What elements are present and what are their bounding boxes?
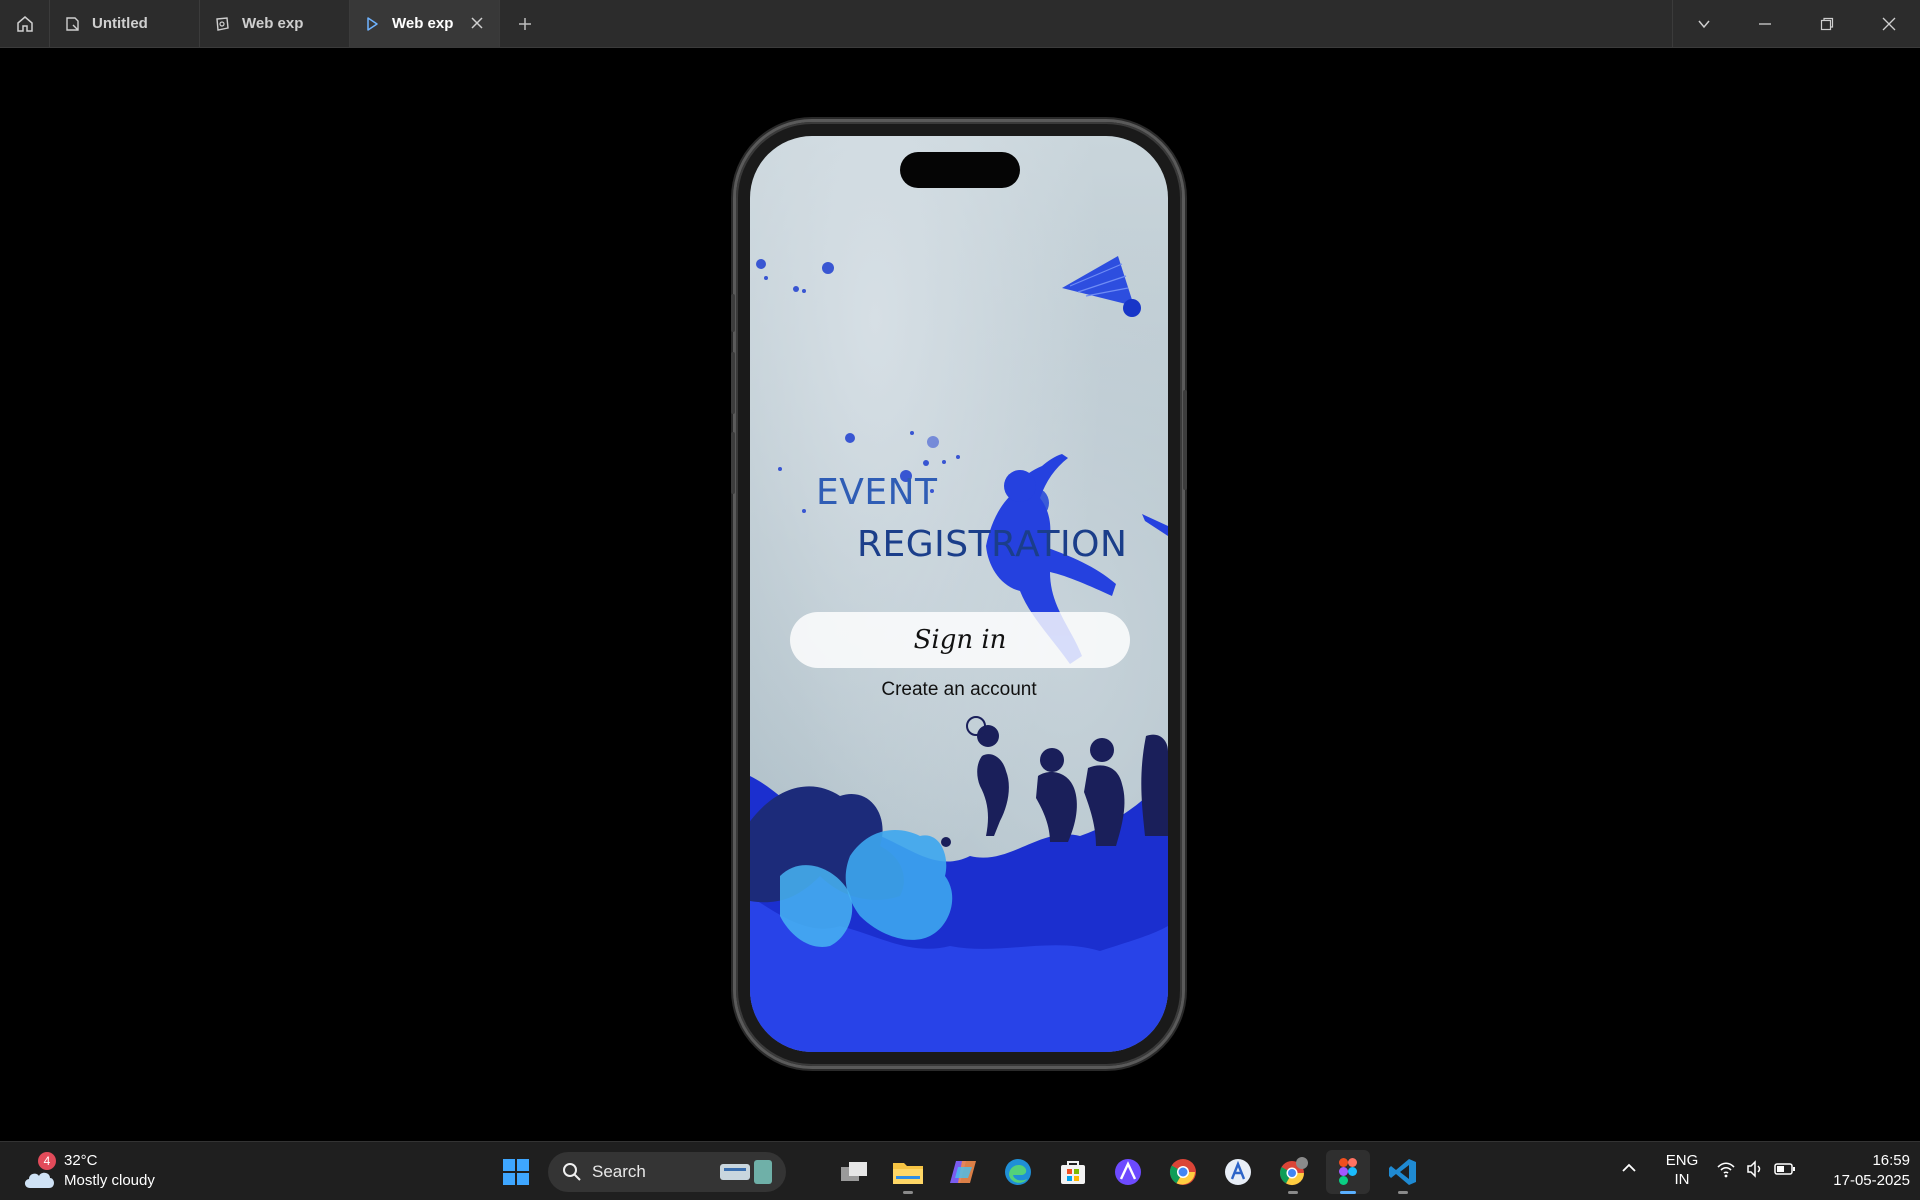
language-label: ENG bbox=[1665, 1152, 1699, 1169]
plus-icon bbox=[519, 17, 531, 30]
start-button[interactable] bbox=[494, 1150, 538, 1194]
folder-icon bbox=[893, 1163, 923, 1184]
search-highlight-icon bbox=[720, 1160, 772, 1184]
show-hidden-icons-button[interactable] bbox=[1620, 1160, 1638, 1180]
figma-icon bbox=[1339, 1158, 1357, 1185]
draft-icon bbox=[216, 16, 229, 31]
figma-button[interactable] bbox=[1326, 1150, 1370, 1194]
weather-description: Mostly cloudy bbox=[64, 1172, 155, 1189]
weather-temperature: 32°C bbox=[64, 1152, 98, 1169]
home-icon bbox=[16, 15, 33, 32]
proton-vpn-button[interactable] bbox=[1106, 1150, 1150, 1194]
close-icon bbox=[1882, 17, 1896, 30]
phone-action-button bbox=[731, 294, 735, 332]
new-tab-button[interactable] bbox=[500, 0, 550, 47]
clock[interactable]: 16:59 17-05-2025 bbox=[1810, 1151, 1910, 1191]
running-indicator bbox=[1340, 1191, 1356, 1194]
language-indicator[interactable]: ENG IN bbox=[1660, 1151, 1704, 1189]
sports-background-art bbox=[750, 256, 1168, 1052]
volume-icon bbox=[1747, 1160, 1761, 1178]
store-icon bbox=[1061, 1161, 1085, 1184]
tab-label: Web exp bbox=[242, 15, 304, 32]
task-view-icon bbox=[841, 1162, 867, 1181]
store-button[interactable] bbox=[1051, 1150, 1095, 1194]
weather-widget[interactable]: 4 32°C Mostly cloudy bbox=[22, 1148, 182, 1194]
file-explorer-button[interactable] bbox=[886, 1150, 930, 1194]
taskbar: 4 32°C Mostly cloudy Search ENG IN 16:59… bbox=[0, 1141, 1920, 1200]
clock-time: 16:59 bbox=[1872, 1152, 1910, 1169]
vscode-icon bbox=[1389, 1159, 1416, 1185]
taskbar-search[interactable]: Search bbox=[548, 1152, 786, 1192]
region-label: IN bbox=[1674, 1171, 1690, 1188]
running-indicator bbox=[1398, 1191, 1408, 1194]
minimize-icon bbox=[1759, 22, 1771, 25]
chrome-button[interactable] bbox=[1161, 1150, 1205, 1194]
prototype-canvas: EVENT REGISTRATION Sign in Create an acc… bbox=[0, 49, 1920, 1141]
proton-vpn-icon bbox=[1115, 1159, 1141, 1185]
a-letter-icon bbox=[1225, 1159, 1251, 1185]
tab-list-button[interactable] bbox=[1672, 0, 1734, 47]
edge-icon bbox=[1005, 1159, 1031, 1185]
chrome-icon bbox=[1279, 1157, 1308, 1186]
tab-untitled[interactable]: Untitled bbox=[50, 0, 200, 47]
chrome-profile-button[interactable] bbox=[1271, 1150, 1315, 1194]
tab-web-exp-prototype[interactable]: Web exp bbox=[350, 0, 500, 47]
shuttlecock-icon bbox=[1062, 256, 1141, 317]
dynamic-island bbox=[900, 152, 1020, 188]
create-account-link[interactable]: Create an account bbox=[750, 679, 1168, 701]
vscode-button[interactable] bbox=[1381, 1150, 1425, 1194]
play-icon bbox=[367, 16, 378, 31]
clock-date: 17-05-2025 bbox=[1833, 1172, 1910, 1189]
close-icon[interactable] bbox=[469, 15, 485, 31]
quick-settings-button[interactable] bbox=[1716, 1160, 1796, 1178]
phone-screen: EVENT REGISTRATION Sign in Create an acc… bbox=[750, 136, 1168, 1052]
app-a-button[interactable] bbox=[1216, 1150, 1260, 1194]
home-button[interactable] bbox=[0, 0, 50, 47]
athletes-silhouette bbox=[750, 716, 1168, 1052]
copilot-button[interactable] bbox=[941, 1150, 985, 1194]
edge-button[interactable] bbox=[996, 1150, 1040, 1194]
restore-icon bbox=[1820, 17, 1834, 30]
running-indicator bbox=[903, 1191, 913, 1194]
running-indicator bbox=[1288, 1191, 1298, 1194]
tab-label: Untitled bbox=[92, 15, 148, 32]
battery-icon bbox=[1774, 1163, 1795, 1175]
chevron-down-icon bbox=[1697, 20, 1710, 28]
notification-badge: 4 bbox=[38, 1152, 56, 1170]
close-window-button[interactable] bbox=[1858, 0, 1920, 47]
copilot-icon bbox=[950, 1161, 976, 1183]
phone-power-button bbox=[1183, 390, 1187, 490]
restore-button[interactable] bbox=[1796, 0, 1858, 47]
tab-label: Web exp bbox=[392, 15, 454, 32]
sign-in-button[interactable]: Sign in bbox=[790, 612, 1130, 668]
search-label: Search bbox=[592, 1162, 646, 1181]
tab-web-exp[interactable]: Web exp bbox=[200, 0, 350, 47]
title-bar: Untitled Web exp Web exp bbox=[0, 0, 1920, 48]
phone-volume-up bbox=[731, 352, 735, 414]
windows-icon bbox=[503, 1159, 529, 1185]
phone-volume-down bbox=[731, 432, 735, 494]
doc-icon bbox=[66, 16, 79, 31]
chevron-up-icon bbox=[1622, 1163, 1636, 1172]
app-title-line1: EVENT bbox=[816, 472, 938, 513]
phone-frame: EVENT REGISTRATION Sign in Create an acc… bbox=[731, 122, 1187, 1066]
minimize-button[interactable] bbox=[1734, 0, 1796, 47]
task-view-button[interactable] bbox=[832, 1150, 876, 1194]
chrome-icon bbox=[1169, 1159, 1196, 1185]
app-title-line2: REGISTRATION bbox=[857, 524, 1128, 565]
search-icon bbox=[563, 1163, 581, 1181]
wifi-icon bbox=[1717, 1162, 1735, 1178]
